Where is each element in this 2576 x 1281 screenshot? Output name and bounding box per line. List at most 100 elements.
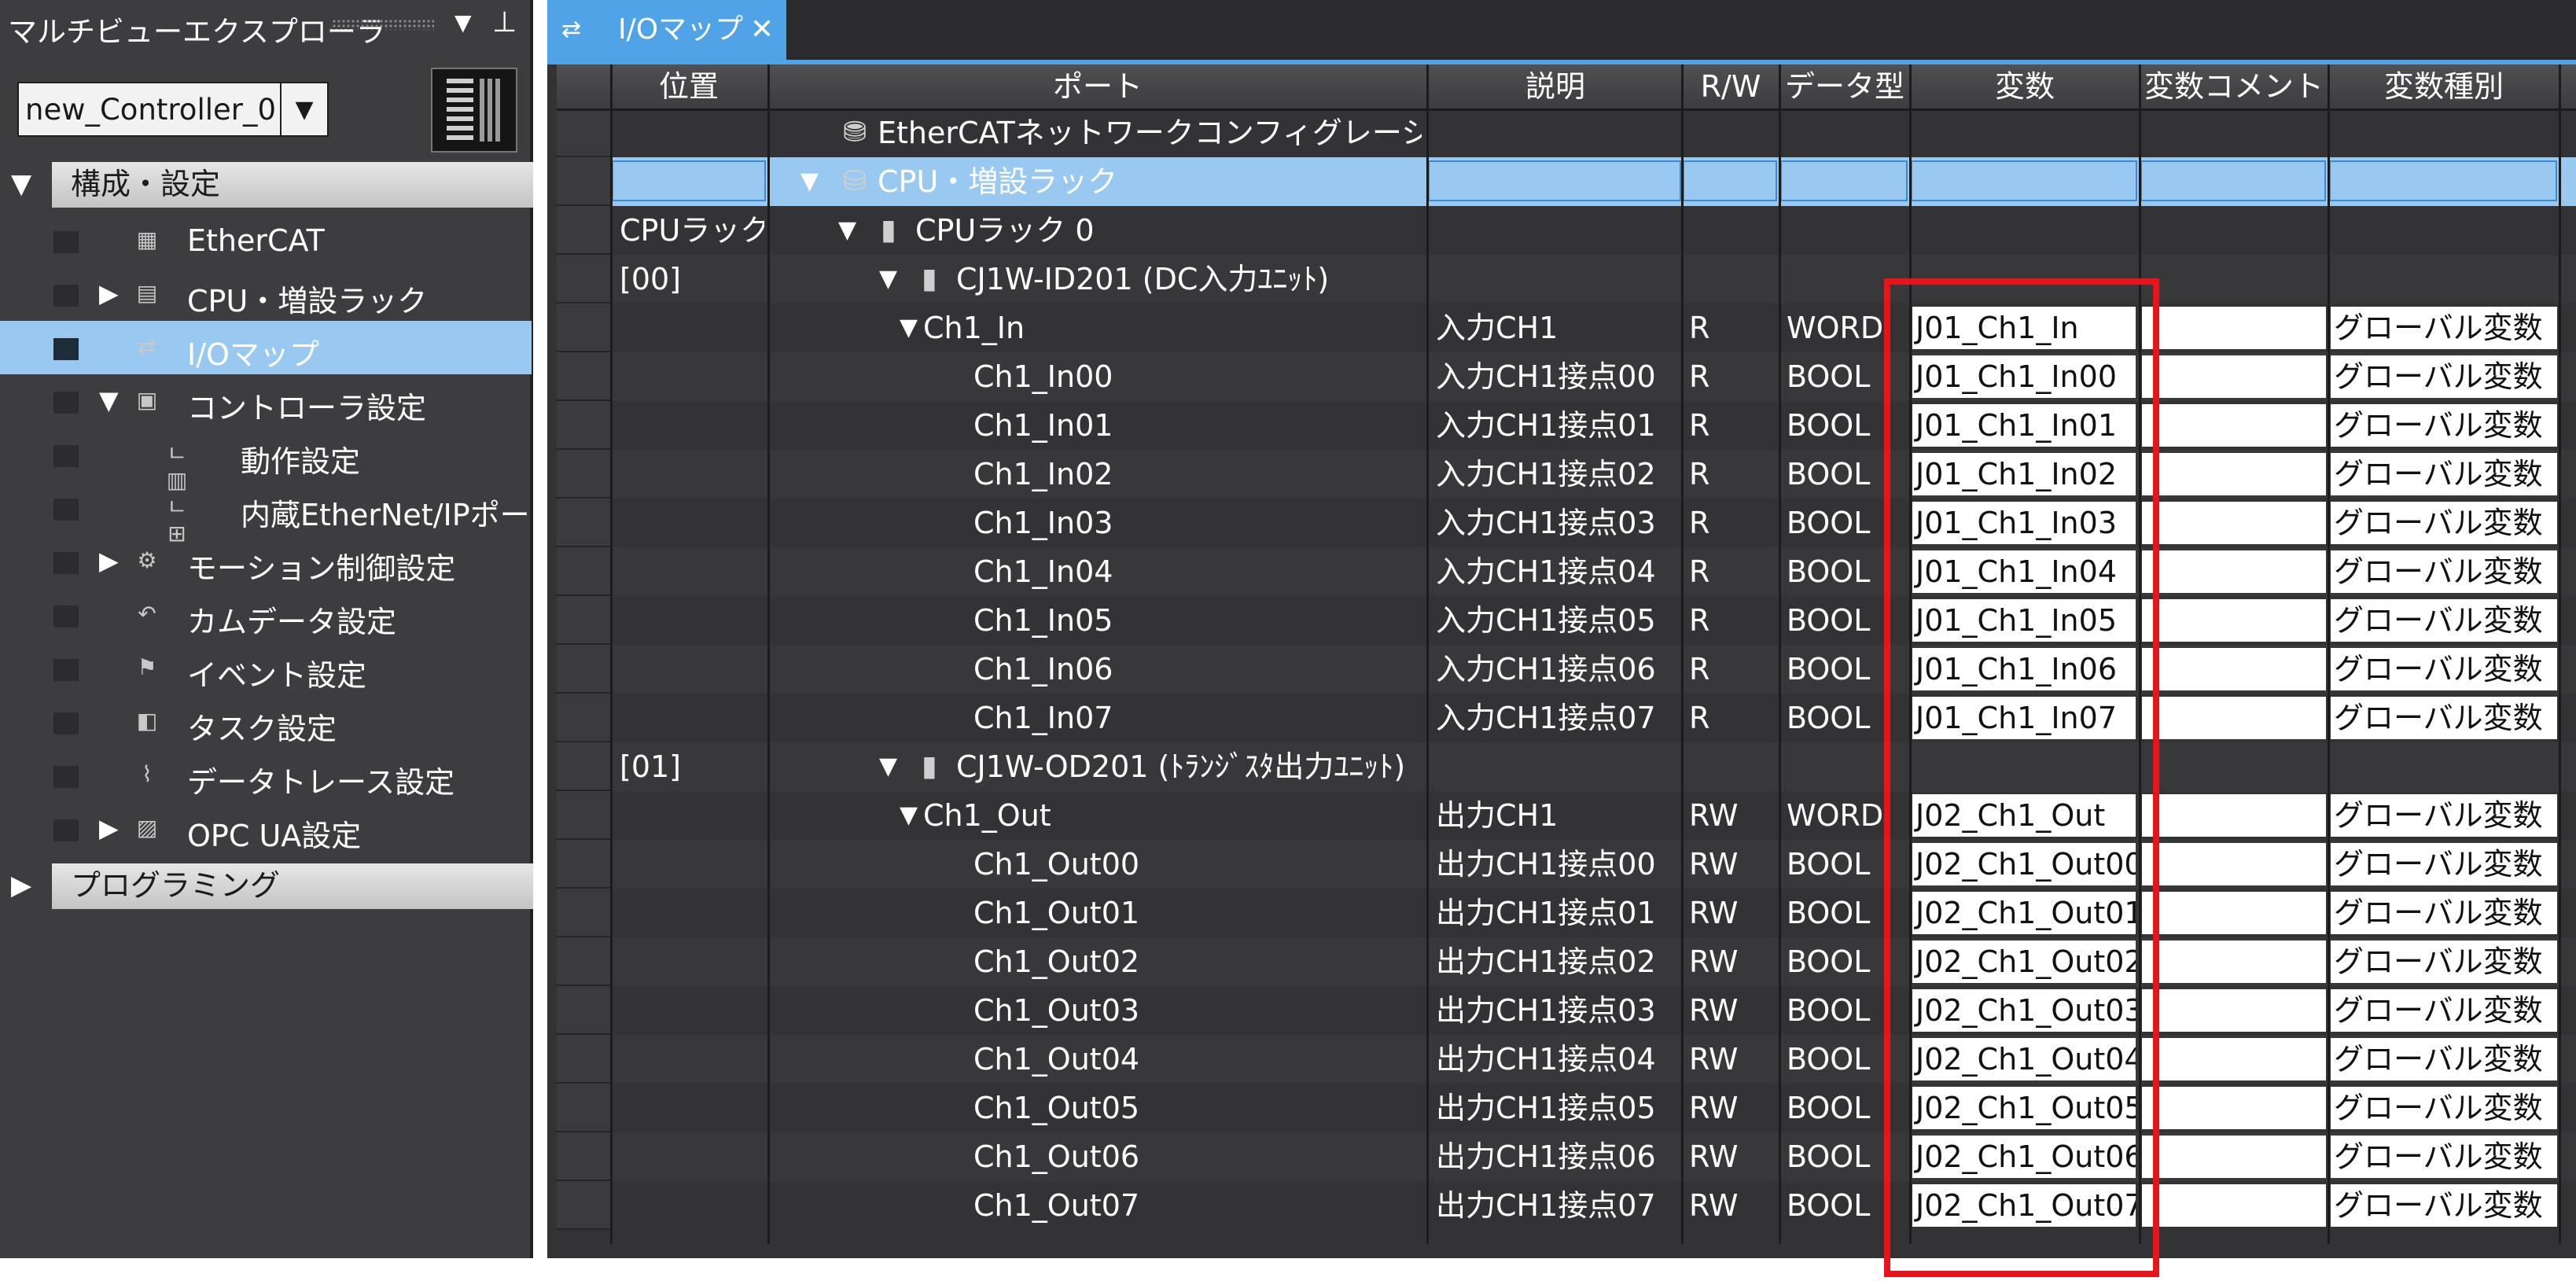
table-row[interactable]: Ch1_In03 入力CH1接点03 R BOOL J01_Ch1_In03 グローバル変… xyxy=(557,499,2576,547)
variable-comment-field[interactable] xyxy=(2142,1184,2326,1227)
row-header[interactable] xyxy=(557,450,610,499)
cell-description[interactable]: 入力CH1 xyxy=(1436,304,1680,352)
panel-grip[interactable] xyxy=(332,19,434,30)
cell-position[interactable] xyxy=(620,450,764,499)
cell-port[interactable]: EtherCATネットワークコンフィグレーション xyxy=(878,109,1422,157)
row-header[interactable] xyxy=(557,1181,610,1230)
table-row[interactable]: Ch1_Out01 出力CH1接点01 RW BOOL J02_Ch1_Out01 グロー… xyxy=(557,889,2576,937)
variable-type-field[interactable]: グローバル変数 xyxy=(2331,1038,2557,1080)
variable-comment-field[interactable] xyxy=(2142,599,2326,642)
variable-type-field[interactable]: グローバル変数 xyxy=(2331,1087,2557,1129)
close-icon[interactable]: ✕ xyxy=(750,0,774,60)
cell-variable-comment[interactable] xyxy=(2144,742,2324,791)
row-header[interactable] xyxy=(557,840,610,889)
table-row[interactable]: Ch1_Out07 出力CH1接点07 RW BOOL J02_Ch1_Out07 グロー… xyxy=(557,1181,2576,1230)
variable-type-field[interactable]: グローバル変数 xyxy=(2331,550,2557,593)
chevron-down-icon[interactable]: ▼ xyxy=(280,83,327,135)
cell-rw[interactable]: R xyxy=(1689,645,1776,694)
cell-port[interactable]: Ch1_In06 xyxy=(973,645,1422,694)
nav-item-task[interactable]: ◧ タスク設定 xyxy=(0,695,532,749)
table-row[interactable]: Ch1_In06 入力CH1接点06 R BOOL J01_Ch1_In06 グローバル変… xyxy=(557,645,2576,694)
table-row[interactable]: ▼ Ch1_In 入力CH1 R WORD J01_Ch1_In グローバル変数 xyxy=(557,304,2576,352)
row-header[interactable] xyxy=(557,791,610,840)
cell-position[interactable] xyxy=(620,1035,764,1084)
expanded-triangle-icon[interactable]: ▼ xyxy=(879,255,897,304)
nav-item-opc-ua[interactable]: ▶ ▨ OPC UA設定 xyxy=(0,802,532,856)
table-row[interactable]: [01] ▼ ▮ CJ1W-OD201 (ﾄﾗﾝｼﾞｽﾀ出力ﾕﾆｯﾄ) xyxy=(557,742,2576,791)
table-row[interactable]: Ch1_Out05 出力CH1接点05 RW BOOL J02_Ch1_Out05 グロー… xyxy=(557,1084,2576,1132)
cell-port[interactable]: Ch1_In05 xyxy=(973,596,1422,645)
row-header[interactable] xyxy=(557,401,610,450)
cell-rw[interactable]: R xyxy=(1689,547,1776,596)
cell-rw[interactable]: R xyxy=(1689,304,1776,352)
nav-item-motion-control[interactable]: ▶ ⚙ モーション制御設定 xyxy=(0,535,532,588)
variable-comment-field[interactable] xyxy=(2142,307,2326,349)
table-row[interactable]: Ch1_Out03 出力CH1接点03 RW BOOL J02_Ch1_Out03 グロー… xyxy=(557,986,2576,1035)
row-header[interactable] xyxy=(557,694,610,742)
nav-item-event[interactable]: ⚑ イベント設定 xyxy=(0,642,532,695)
table-row[interactable]: Ch1_In00 入力CH1接点00 R BOOL J01_Ch1_In00 グローバル変… xyxy=(557,352,2576,401)
expanded-triangle-icon[interactable]: ▼ xyxy=(879,742,897,791)
cell-port[interactable]: CJ1W-ID201 (DC入力ﾕﾆｯﾄ) xyxy=(956,255,1422,304)
cell-rw[interactable]: RW xyxy=(1689,1132,1776,1181)
nav-item-cpu-rack[interactable]: ▶ ▤ CPU・増設ラック xyxy=(0,267,532,321)
row-header[interactable] xyxy=(557,986,610,1035)
variable-comment-field[interactable] xyxy=(2142,404,2326,447)
cell-variable[interactable] xyxy=(1914,206,2134,255)
row-header[interactable] xyxy=(557,157,610,206)
cell-rw[interactable]: R xyxy=(1689,450,1776,499)
cell-port[interactable]: Ch1_In07 xyxy=(973,694,1422,742)
table-row[interactable]: Ch1_In05 入力CH1接点05 R BOOL J01_Ch1_In05 グローバル変… xyxy=(557,596,2576,645)
cell-rw[interactable]: R xyxy=(1689,352,1776,401)
cell-port[interactable]: CJ1W-OD201 (ﾄﾗﾝｼﾞｽﾀ出力ﾕﾆｯﾄ) xyxy=(956,742,1422,791)
row-header[interactable] xyxy=(557,109,610,157)
variable-type-field[interactable]: グローバル変数 xyxy=(2331,599,2557,642)
cell-position[interactable] xyxy=(620,694,764,742)
cell-rw[interactable]: R xyxy=(1689,694,1776,742)
cell-description[interactable]: 出力CH1接点06 xyxy=(1436,1132,1680,1181)
cell-position[interactable]: CPUラック ( xyxy=(620,206,764,255)
column-header-data-type[interactable]: データ型 xyxy=(1780,64,1909,109)
cell-port[interactable]: Ch1_Out05 xyxy=(973,1084,1422,1132)
cell-data-type[interactable] xyxy=(1787,157,1908,206)
cell-port[interactable]: Ch1_Out03 xyxy=(973,986,1422,1035)
variable-comment-field[interactable] xyxy=(2142,843,2326,885)
cell-variable-type[interactable] xyxy=(2332,255,2556,304)
collapsed-triangle-icon[interactable]: ▶ xyxy=(99,813,119,843)
row-header[interactable] xyxy=(557,889,610,937)
cell-variable-comment[interactable] xyxy=(2144,255,2324,304)
variable-comment-field[interactable] xyxy=(2142,697,2326,739)
nav-item-cam-data[interactable]: ↶ カムデータ設定 xyxy=(0,588,532,642)
variable-type-field[interactable]: グローバル変数 xyxy=(2331,1136,2557,1178)
nav-item-ethernet-ip[interactable]: ㄴ⊞ 内蔵EtherNet/IPポー xyxy=(0,481,532,547)
table-row[interactable]: Ch1_In02 入力CH1接点02 R BOOL J01_Ch1_In02 グローバル変… xyxy=(557,450,2576,499)
cell-position[interactable]: [00] xyxy=(620,255,764,304)
cell-port[interactable]: Ch1_Out01 xyxy=(973,889,1422,937)
cell-port[interactable]: Ch1_In04 xyxy=(973,547,1422,596)
expanded-triangle-icon[interactable]: ▼ xyxy=(900,791,918,840)
row-header[interactable] xyxy=(557,547,610,596)
cell-variable-type[interactable] xyxy=(2332,109,2556,157)
cell-description[interactable] xyxy=(1436,109,1680,157)
cell-variable-type[interactable] xyxy=(2332,157,2556,206)
cell-variable-type[interactable] xyxy=(2332,206,2556,255)
column-header-description[interactable]: 説明 xyxy=(1428,64,1683,109)
variable-type-field[interactable]: グローバル変数 xyxy=(2331,404,2557,447)
pin-icon[interactable]: ⊥ xyxy=(492,6,517,39)
cell-position[interactable] xyxy=(620,304,764,352)
cell-rw[interactable]: RW xyxy=(1689,840,1776,889)
section-configuration[interactable]: ▼ 構成・設定 xyxy=(0,160,533,209)
cell-description[interactable]: 出力CH1接点05 xyxy=(1436,1084,1680,1132)
variable-comment-field[interactable] xyxy=(2142,502,2326,544)
cell-port[interactable]: Ch1_In03 xyxy=(973,499,1422,547)
variable-comment-field[interactable] xyxy=(2142,892,2326,934)
cell-port[interactable]: Ch1_In00 xyxy=(973,352,1422,401)
cell-description[interactable]: 入力CH1接点05 xyxy=(1436,596,1680,645)
cell-position[interactable] xyxy=(620,1084,764,1132)
table-row[interactable]: Ch1_In01 入力CH1接点01 R BOOL J01_Ch1_In01 グローバル変… xyxy=(557,401,2576,450)
row-header[interactable] xyxy=(557,1132,610,1181)
column-header-variable-comment[interactable]: 変数コメント xyxy=(2140,64,2328,109)
row-header[interactable] xyxy=(557,206,610,255)
cell-port[interactable]: Ch1_Out xyxy=(923,791,1422,840)
cell-description[interactable]: 入力CH1接点07 xyxy=(1436,694,1680,742)
